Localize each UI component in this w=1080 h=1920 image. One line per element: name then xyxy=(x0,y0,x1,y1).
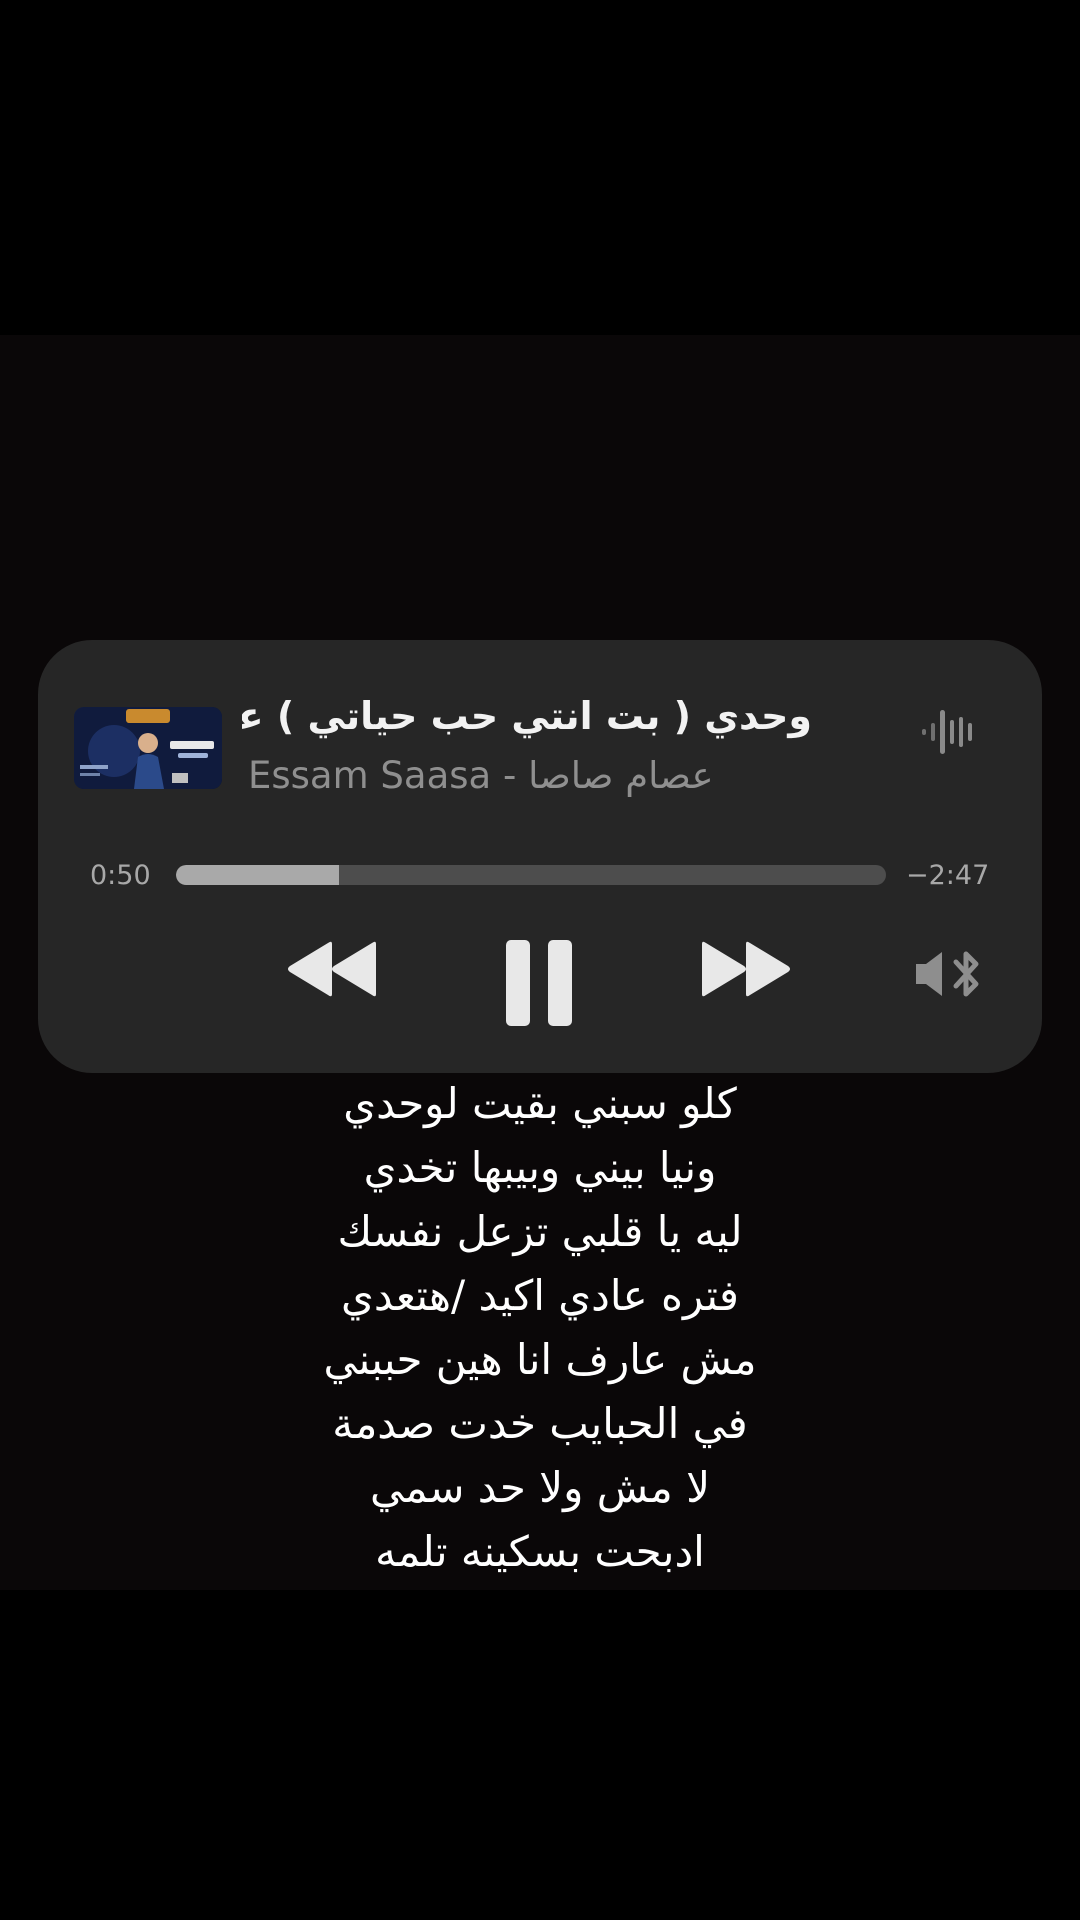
album-artwork[interactable] xyxy=(74,707,222,789)
lyric-line: في الحبايب خدت صدمة xyxy=(332,1399,748,1448)
album-artwork-graphic xyxy=(74,707,222,789)
track-artist: Essam Saasa - عصام صاصا xyxy=(248,754,714,797)
pause-icon xyxy=(506,940,572,1026)
track-title[interactable]: وحدي ( بت انتي حب حياتي ) عصام صاصا xyxy=(242,684,812,748)
fast-forward-icon xyxy=(702,941,790,997)
pause-button[interactable] xyxy=(504,938,574,1028)
lyrics-overlay: كلو سبني بقيت لوحدي ونيا بيني وبيبها تخد… xyxy=(0,1072,1080,1584)
audio-route-button[interactable] xyxy=(912,946,988,1002)
lyric-line: مش عارف انا هين حببني xyxy=(323,1335,757,1384)
now-playing-widget: وحدي ( بت انتي حب حياتي ) عصام صاصا Essa… xyxy=(38,640,1042,1073)
playback-progress-fill xyxy=(176,865,340,885)
lyric-line: كلو سبني بقيت لوحدي xyxy=(343,1079,737,1128)
lyric-line: ونيا بيني وبيبها تخدي xyxy=(363,1143,717,1192)
playback-scrubber[interactable] xyxy=(176,865,886,885)
lyric-line: ليه يا قلبي تزعل نفسك xyxy=(337,1207,743,1256)
track-title-container: وحدي ( بت انتي حب حياتي ) عصام صاصا xyxy=(242,684,942,748)
lyric-line: ادبحت بسكينه تلمه xyxy=(375,1527,705,1576)
elapsed-time: 0:50 xyxy=(90,860,151,891)
audio-waveform-icon xyxy=(922,700,982,764)
speaker-bluetooth-icon xyxy=(916,951,979,997)
lyric-line: فتره عادي اكيد /هتعدي xyxy=(341,1271,739,1320)
remaining-time: −2:47 xyxy=(906,860,990,891)
rewind-button[interactable] xyxy=(284,940,380,998)
fast-forward-button[interactable] xyxy=(698,940,794,998)
rewind-icon xyxy=(288,941,376,997)
lyric-line: لا مش ولا حد سمي xyxy=(369,1463,711,1512)
